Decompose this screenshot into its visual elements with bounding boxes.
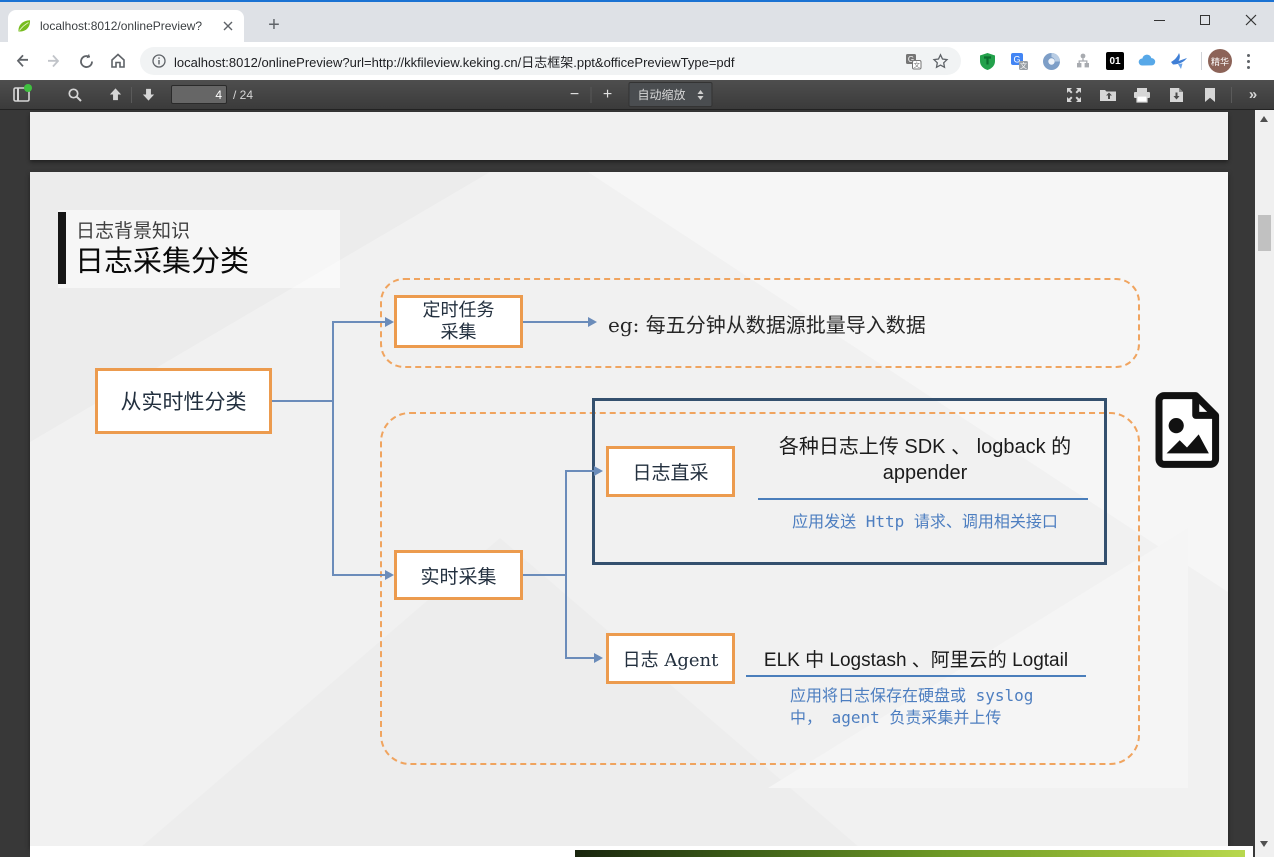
scheduled-example-text: eg: 每五分钟从数据源批量导入数据 xyxy=(608,309,926,338)
zoom-level-select[interactable]: 自动缩放 xyxy=(628,82,712,107)
url-field[interactable]: localhost:8012/onlinePreview?url=http://… xyxy=(140,47,961,75)
page-number-input[interactable] xyxy=(171,85,227,104)
direct-underline xyxy=(758,498,1088,500)
minimize-button[interactable] xyxy=(1136,4,1182,36)
sidebar-toggle-icon[interactable] xyxy=(8,83,34,107)
viewer-scrollbar[interactable] xyxy=(1255,110,1274,857)
address-bar: localhost:8012/onlinePreview?url=http://… xyxy=(0,42,1274,80)
arrowhead-icon xyxy=(385,317,394,327)
select-arrows-icon xyxy=(698,90,704,100)
bookmark-icon[interactable] xyxy=(1197,83,1223,107)
sitemap-extension-icon[interactable] xyxy=(1070,48,1096,74)
agent-underline xyxy=(746,675,1086,677)
print-icon[interactable] xyxy=(1129,83,1155,107)
01-extension-icon[interactable]: 01 xyxy=(1102,48,1128,74)
agent-desc-text: ELK 中 Logstash 、阿里云的 Logtail xyxy=(746,645,1086,672)
next-page-photo-strip xyxy=(575,850,1245,857)
previous-page-icon[interactable] xyxy=(102,83,128,107)
spring-leaf-favicon xyxy=(16,18,32,34)
next-page-icon[interactable] xyxy=(135,83,161,107)
arrowhead-icon xyxy=(385,570,394,580)
connector-line xyxy=(332,574,385,576)
tab-strip: localhost:8012/onlinePreview? + xyxy=(0,2,1274,42)
extensions-separator xyxy=(1201,52,1202,70)
toolbar-divider xyxy=(590,87,591,103)
window-controls xyxy=(1136,4,1274,36)
back-icon[interactable] xyxy=(8,47,36,75)
connector-line xyxy=(565,470,567,658)
extensions-area: G文 01 精华 xyxy=(967,48,1268,74)
url-text: localhost:8012/onlinePreview?url=http://… xyxy=(174,52,895,71)
zoom-level-label: 自动缩放 xyxy=(637,86,685,103)
home-icon[interactable] xyxy=(104,47,132,75)
reload-icon[interactable] xyxy=(72,47,100,75)
scroll-up-icon[interactable] xyxy=(1260,116,1268,122)
zoom-in-button[interactable]: + xyxy=(594,83,620,107)
presentation-mode-icon[interactable] xyxy=(1061,83,1087,107)
toolbar-divider xyxy=(131,87,132,103)
connector-line xyxy=(332,321,334,576)
tab-close-icon[interactable] xyxy=(220,18,236,34)
profile-avatar[interactable]: 精华 xyxy=(1208,49,1232,73)
node-log-agent: 日志 Agent xyxy=(606,633,735,684)
maximize-button[interactable] xyxy=(1182,4,1228,36)
pdf-page-4: 日志背景知识 日志采集分类 从实时性分类 定时任务 xyxy=(30,172,1228,848)
swirl-extension-icon[interactable] xyxy=(1038,48,1064,74)
svg-text:文: 文 xyxy=(914,60,921,69)
node-scheduled-collection: 定时任务 采集 xyxy=(394,295,523,348)
bookmark-star-icon[interactable] xyxy=(932,53,949,70)
arrowhead-icon xyxy=(594,466,603,476)
translate-icon[interactable]: G文 xyxy=(905,53,922,70)
connector-line xyxy=(523,321,588,323)
download-icon[interactable] xyxy=(1163,83,1189,107)
pdf-toolbar: / 24 − + 自动缩放 xyxy=(0,80,1274,110)
forward-icon[interactable] xyxy=(40,47,68,75)
scroll-down-icon[interactable] xyxy=(1260,841,1268,847)
image-placeholder-icon xyxy=(1152,392,1222,468)
direct-note-text: 应用发送 Http 请求、调用相关接口 xyxy=(730,508,1120,532)
cloud-extension-icon[interactable] xyxy=(1134,48,1160,74)
connector-line xyxy=(332,321,385,323)
pdf-viewer-area[interactable]: 日志背景知识 日志采集分类 从实时性分类 定时任务 xyxy=(0,110,1255,857)
shield-extension-icon[interactable] xyxy=(974,48,1000,74)
pdf-toolbar-center: − + 自动缩放 xyxy=(561,82,712,107)
browser-window: localhost:8012/onlinePreview? + xyxy=(0,0,1274,857)
node-realtime-collection: 实时采集 xyxy=(394,550,523,600)
close-button[interactable] xyxy=(1228,4,1274,36)
more-tools-button[interactable]: » xyxy=(1240,83,1266,107)
page-count-label: / 24 xyxy=(233,88,253,102)
page-info-icon[interactable] xyxy=(152,54,166,68)
connector-line xyxy=(565,657,594,659)
open-file-icon[interactable] xyxy=(1095,83,1121,107)
slide-title-accent-bar xyxy=(58,212,66,284)
search-icon[interactable] xyxy=(62,83,88,107)
connector-line xyxy=(523,574,565,576)
pdf-page-3-bottom xyxy=(30,112,1228,160)
toolbar-divider xyxy=(1231,87,1232,103)
chrome-menu-icon[interactable] xyxy=(1235,48,1261,74)
arrowhead-icon xyxy=(588,317,597,327)
svg-text:文: 文 xyxy=(1020,61,1027,70)
scrollbar-thumb[interactable] xyxy=(1258,215,1271,251)
connector-line xyxy=(272,400,332,402)
browser-tab[interactable]: localhost:8012/onlinePreview? xyxy=(8,10,244,42)
zoom-out-button[interactable]: − xyxy=(561,83,587,107)
pdf-toolbar-right: » xyxy=(1061,83,1266,107)
node-direct-collection: 日志直采 xyxy=(606,446,735,497)
tab-title: localhost:8012/onlinePreview? xyxy=(40,19,212,33)
new-tab-button[interactable]: + xyxy=(260,11,288,39)
slide-title: 日志采集分类 xyxy=(75,238,249,280)
connector-line xyxy=(565,470,594,472)
arrowhead-icon xyxy=(594,653,603,663)
agent-note-text: 应用将日志保存在硬盘或 syslog 中， agent 负责采集并上传 xyxy=(790,685,1033,729)
translate-extension-icon[interactable]: G文 xyxy=(1006,48,1032,74)
pdf-toolbar-left: / 24 xyxy=(8,83,253,107)
direct-desc-text: 各种日志上传 SDK 、 logback 的 appender xyxy=(745,434,1105,486)
bird-extension-icon[interactable] xyxy=(1166,48,1192,74)
sidebar-notification-dot xyxy=(24,84,32,92)
node-classification: 从实时性分类 xyxy=(95,368,272,434)
